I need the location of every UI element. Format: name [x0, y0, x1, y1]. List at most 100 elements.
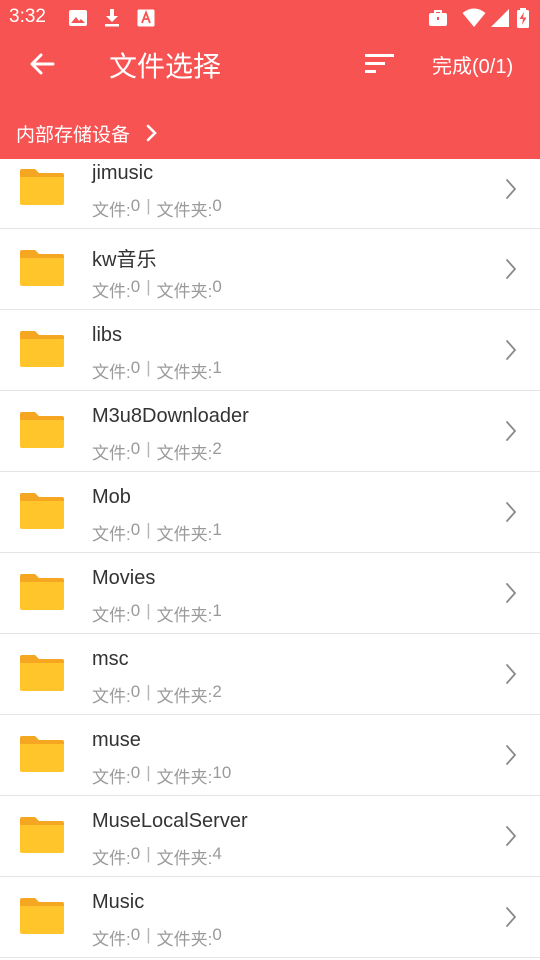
chevron-right-icon [506, 421, 517, 441]
files-label: 文件: [92, 930, 131, 949]
folder-meta: 文件: 0 | 文件夹: 4 [92, 844, 222, 869]
folder-list: jimusic 文件: 0 | 文件夹: 0 kw音乐 文件: 0 | 文件夹: 0 l… [0, 159, 540, 958]
folders-count: 0 [212, 925, 222, 944]
folder-name: msc [92, 648, 129, 670]
files-label: 文件: [92, 606, 131, 625]
folder-row[interactable]: Mob 文件: 0 | 文件夹: 1 [0, 472, 540, 553]
folder-icon [20, 898, 64, 934]
folder-row[interactable]: Music 文件: 0 | 文件夹: 0 [0, 877, 540, 958]
meta-separator: | [146, 763, 151, 782]
meta-separator: | [146, 844, 151, 863]
files-label: 文件: [92, 282, 131, 301]
folders-label: 文件夹: [156, 282, 213, 301]
folder-icon [20, 493, 64, 529]
folder-name: Music [92, 891, 145, 913]
toolbar: 文件选择 完成(0/1) [0, 36, 540, 92]
chevron-right-icon [506, 907, 517, 927]
folder-meta: 文件: 0 | 文件夹: 1 [92, 601, 222, 626]
files-label: 文件: [92, 768, 131, 787]
files-label: 文件: [92, 444, 131, 463]
folder-meta: 文件: 0 | 文件夹: 1 [92, 358, 222, 383]
files-count: 0 [130, 763, 141, 782]
folder-name: muse [92, 729, 141, 751]
folders-count: 1 [212, 358, 222, 377]
meta-separator: | [146, 358, 151, 377]
folders-count: 1 [212, 520, 222, 539]
folders-label: 文件夹: [156, 687, 213, 706]
chevron-right-icon [506, 259, 517, 279]
folder-name: jimusic [92, 162, 154, 184]
files-label: 文件: [92, 687, 131, 706]
back-button[interactable] [22, 46, 62, 82]
breadcrumb-internal-storage[interactable]: 内部存储设备 [16, 120, 130, 147]
files-count: 0 [130, 277, 141, 296]
signal-icon [491, 9, 509, 27]
folder-row[interactable]: libs 文件: 0 | 文件夹: 1 [0, 310, 540, 391]
folders-count: 0 [212, 196, 222, 215]
status-bar: 3:32 [0, 0, 540, 36]
folder-icon [20, 817, 64, 853]
folders-label: 文件夹: [156, 849, 213, 868]
meta-separator: | [146, 601, 151, 620]
chevron-right-icon [506, 583, 517, 603]
files-count: 0 [130, 844, 141, 863]
meta-separator: | [146, 196, 151, 215]
folder-meta: 文件: 0 | 文件夹: 2 [92, 439, 222, 464]
folder-name: MuseLocalServer [92, 810, 248, 832]
download-icon [105, 9, 119, 27]
folders-count: 2 [212, 439, 222, 458]
folder-row[interactable]: msc 文件: 0 | 文件夹: 2 [0, 634, 540, 715]
meta-separator: | [146, 925, 151, 944]
folder-row[interactable]: M3u8Downloader 文件: 0 | 文件夹: 2 [0, 391, 540, 472]
folder-icon [20, 655, 64, 691]
folder-icon [20, 331, 64, 367]
breadcrumb[interactable]: 内部存储设备 [16, 118, 158, 148]
chevron-right-icon [146, 124, 158, 142]
chevron-right-icon [506, 340, 517, 360]
chevron-right-icon [506, 664, 517, 684]
folder-meta: 文件: 0 | 文件夹: 0 [92, 925, 222, 950]
folder-icon [20, 736, 64, 772]
folder-icon [20, 169, 64, 205]
folders-label: 文件夹: [156, 930, 213, 949]
files-label: 文件: [92, 525, 131, 544]
folder-name: Mob [92, 486, 131, 508]
folder-icon [20, 574, 64, 610]
files-label: 文件: [92, 363, 131, 382]
folders-label: 文件夹: [156, 444, 213, 463]
folder-row[interactable]: muse 文件: 0 | 文件夹: 10 [0, 715, 540, 796]
image-icon [69, 10, 87, 26]
folders-count: 0 [212, 277, 222, 296]
done-button[interactable]: 完成(0/1) [432, 50, 513, 79]
folders-label: 文件夹: [156, 525, 213, 544]
briefcase-icon [429, 10, 447, 26]
files-count: 0 [130, 358, 141, 377]
folder-name: kw音乐 [92, 249, 157, 271]
folder-meta: 文件: 0 | 文件夹: 1 [92, 520, 222, 545]
folder-row[interactable]: kw音乐 文件: 0 | 文件夹: 0 [0, 229, 540, 310]
folder-meta: 文件: 0 | 文件夹: 0 [92, 196, 222, 221]
folder-name: Movies [92, 567, 156, 589]
folders-label: 文件夹: [156, 606, 213, 625]
chevron-right-icon [506, 502, 517, 522]
sort-icon [365, 54, 394, 73]
files-count: 0 [130, 601, 141, 620]
folders-label: 文件夹: [156, 363, 213, 382]
folder-meta: 文件: 0 | 文件夹: 0 [92, 277, 222, 302]
folders-label: 文件夹: [156, 768, 213, 787]
sort-button[interactable] [360, 48, 400, 80]
page-title: 文件选择 [109, 50, 222, 83]
files-label: 文件: [92, 849, 131, 868]
folder-row[interactable]: MuseLocalServer 文件: 0 | 文件夹: 4 [0, 796, 540, 877]
chevron-right-icon [506, 826, 517, 846]
folder-name: M3u8Downloader [92, 405, 249, 427]
meta-separator: | [146, 439, 151, 458]
chevron-right-icon [506, 179, 517, 199]
folder-row[interactable]: jimusic 文件: 0 | 文件夹: 0 [0, 159, 540, 229]
meta-separator: | [146, 277, 151, 296]
folder-row[interactable]: Movies 文件: 0 | 文件夹: 1 [0, 553, 540, 634]
folder-meta: 文件: 0 | 文件夹: 10 [92, 763, 231, 788]
files-count: 0 [130, 682, 141, 701]
folders-label: 文件夹: [156, 201, 213, 220]
chevron-right-icon [506, 745, 517, 765]
